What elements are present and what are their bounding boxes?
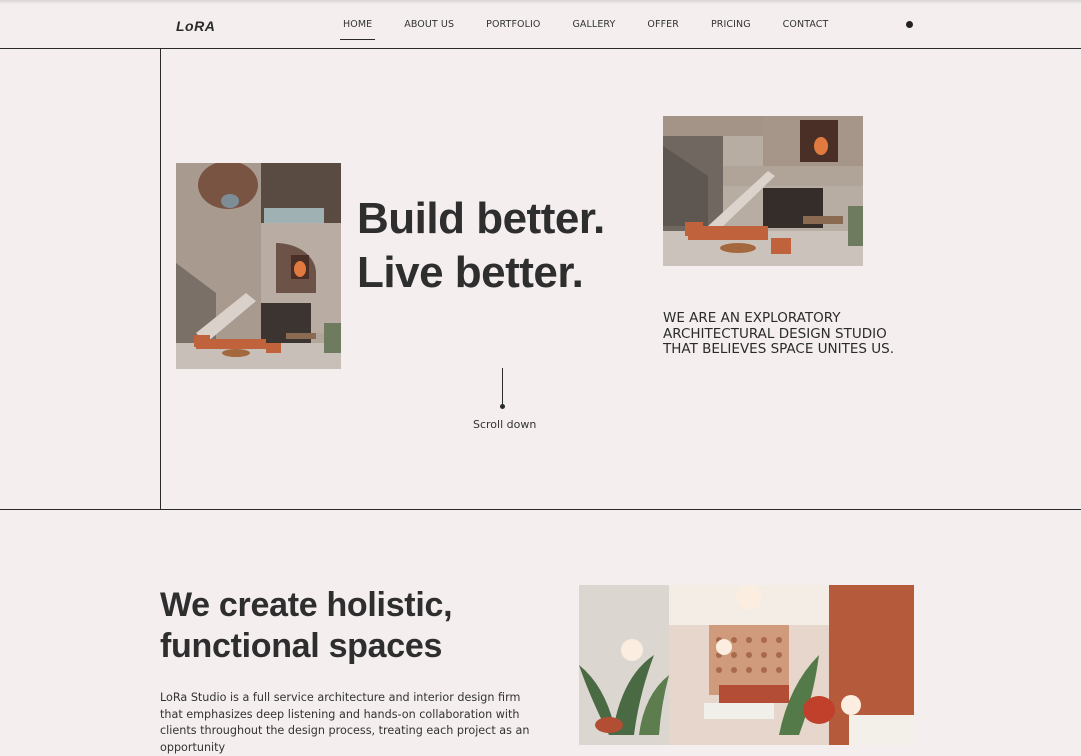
about-heading-line-1: We create holistic, <box>160 586 453 624</box>
interior-image <box>579 585 914 745</box>
scroll-indicator-line <box>502 368 503 406</box>
nav-item-pricing[interactable]: PRICING <box>708 18 754 40</box>
about-heading-line-2: functional spaces <box>160 627 443 665</box>
scroll-down-link[interactable]: Scroll down <box>473 418 536 431</box>
menu-dot-icon[interactable] <box>906 21 913 28</box>
hero-image-building-tall <box>176 163 341 369</box>
about-description: LoRa Studio is a full service architectu… <box>160 691 530 754</box>
scroll-indicator-dot <box>500 404 505 409</box>
nav-item-gallery[interactable]: GALLERY <box>569 18 618 40</box>
hero-headline-line-1: Build better. <box>357 194 605 243</box>
hero-tagline: WE ARE AN EXPLORATORY ARCHITECTURAL DESI… <box>663 310 895 357</box>
hero-vertical-divider <box>160 48 161 509</box>
top-navigation: LoRA HOME ABOUT US PORTFOLIO GALLERY OFF… <box>0 0 1081 49</box>
hero-headline: Build better. Live better. <box>357 192 605 300</box>
hero-image-building-wide <box>663 116 863 266</box>
brand-logo[interactable]: LoRA <box>176 18 215 34</box>
main-menu: HOME ABOUT US PORTFOLIO GALLERY OFFER PR… <box>340 18 857 40</box>
nav-item-about-us[interactable]: ABOUT US <box>401 18 457 40</box>
nav-item-contact[interactable]: CONTACT <box>780 18 832 40</box>
nav-item-offer[interactable]: OFFER <box>644 18 682 40</box>
section-divider <box>0 509 1081 510</box>
about-heading: We create holistic, functional spaces <box>160 585 453 667</box>
nav-item-portfolio[interactable]: PORTFOLIO <box>483 18 543 40</box>
nav-item-home[interactable]: HOME <box>340 18 376 40</box>
hero-headline-line-2: Live better. <box>357 248 584 297</box>
